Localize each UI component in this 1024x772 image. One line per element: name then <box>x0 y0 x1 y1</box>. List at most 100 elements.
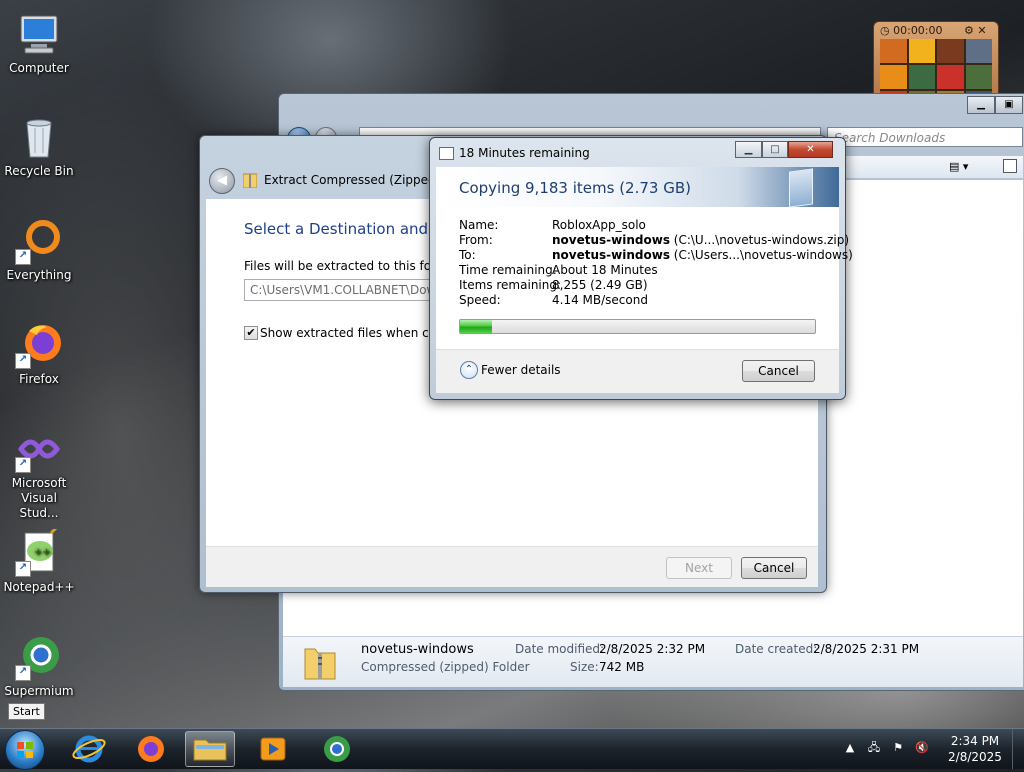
taskbar-firefox[interactable] <box>128 731 174 767</box>
internet-explorer-icon <box>72 735 106 763</box>
desktop-icon-recycle-bin[interactable]: Recycle Bin <box>2 113 76 179</box>
start-button[interactable] <box>5 730 45 770</box>
puzzle-tile[interactable] <box>965 39 992 63</box>
desktop-icon-label: Microsoft Visual Stud... <box>11 476 67 520</box>
volume-muted-icon[interactable]: 🔇 <box>915 741 929 755</box>
destination-label: Files will be extracted to this folder: <box>244 259 459 273</box>
taskbar-supermium[interactable] <box>314 731 360 767</box>
puzzle-tile[interactable] <box>908 39 935 63</box>
show-hidden-icons-icon[interactable]: ▲ <box>843 741 857 755</box>
from-link[interactable]: novetus-windows <box>552 233 670 247</box>
firefox-icon <box>138 736 164 762</box>
show-files-label: Show extracted files when comp <box>260 326 456 340</box>
taskbar: ▲ 🖧 ⚑ 🔇 2:34 PM 2/8/2025 <box>0 728 1024 770</box>
puzzle-tile[interactable] <box>965 65 992 89</box>
name-label: Name: <box>459 218 499 232</box>
wizard-heading: Select a Destination and Ex <box>244 220 452 238</box>
maximize-button[interactable]: □ <box>762 141 788 158</box>
search-input[interactable]: Search Downloads <box>827 127 1023 147</box>
desktop-icon-label: Notepad++ <box>3 580 75 594</box>
maximize-button[interactable]: ▣ <box>995 96 1023 114</box>
recycle-bin-icon <box>15 113 63 161</box>
puzzle-tile[interactable] <box>937 39 964 63</box>
desktop-icon-label: Recycle Bin <box>4 164 74 178</box>
action-center-flag-icon[interactable]: ⚑ <box>891 741 905 755</box>
document-icon <box>789 168 813 208</box>
to-link[interactable]: novetus-windows <box>552 248 670 262</box>
desktop-icon-computer[interactable]: Computer <box>2 10 76 76</box>
zip-folder-icon <box>242 172 258 189</box>
copy-dialog-client: Copying 9,183 items (2.73 GB) Name: Robl… <box>436 167 853 393</box>
taskbar-media-player[interactable] <box>250 731 296 767</box>
copy-progress-bar <box>459 319 816 334</box>
puzzle-tile[interactable] <box>880 65 907 89</box>
shortcut-arrow-icon: ↗ <box>15 249 31 265</box>
details-pane: novetus-windows Compressed (zipped) Fold… <box>283 636 1023 687</box>
desktop-icon-everything[interactable]: ↗ Everything <box>2 217 76 283</box>
svg-text:++: ++ <box>34 547 51 558</box>
everything-icon: ↗ <box>15 217 63 265</box>
clock-date: 2/8/2025 <box>948 750 1002 764</box>
windows-logo-icon <box>17 742 33 758</box>
taskbar-file-explorer[interactable] <box>185 731 235 767</box>
gadget-timer: ◷ 00:00:00 ⚙ ✕ <box>880 24 987 37</box>
minimize-button[interactable]: ▁ <box>735 141 762 158</box>
shortcut-arrow-icon: ↗ <box>15 353 31 369</box>
back-arrow-icon[interactable]: ◀ <box>209 168 235 194</box>
to-label: To: <box>459 248 476 262</box>
from-value: novetus-windows (C:\U...\novetus-windows… <box>552 233 849 248</box>
desktop-icon-notepad-plus-plus[interactable]: ++ ↗ Notepad++ <box>2 523 76 595</box>
show-files-checkbox[interactable]: ✔ <box>244 326 258 340</box>
visual-studio-icon: ↗ <box>15 425 63 473</box>
clock[interactable]: 2:34 PM 2/8/2025 <box>948 733 1002 765</box>
items-remaining-label: Items remaining: <box>459 278 562 292</box>
clock-time: 2:34 PM <box>950 734 1000 748</box>
destination-path-input[interactable]: C:\Users\VM1.COLLABNET\Down <box>244 279 444 301</box>
zip-folder-icon <box>303 643 337 684</box>
puzzle-tile[interactable] <box>937 65 964 89</box>
show-desktop-button[interactable] <box>1012 729 1024 769</box>
desktop-icon-label: Everything <box>6 268 72 282</box>
puzzle-tile[interactable] <box>908 65 935 89</box>
speed-label: Speed: <box>459 293 501 307</box>
supermium-icon <box>324 736 350 762</box>
to-path: (C:\Users...\novetus-windows) <box>669 248 853 262</box>
wizard-cancel-button[interactable]: Cancel <box>741 557 807 579</box>
desktop-icon-firefox[interactable]: ↗ Firefox <box>2 321 76 387</box>
date-modified-value: 2/8/2025 2:32 PM <box>599 642 706 656</box>
shortcut-arrow-icon: ↗ <box>15 665 31 681</box>
gadget-timer-text: 00:00:00 <box>893 24 943 37</box>
network-icon[interactable]: 🖧 <box>867 741 881 755</box>
to-value: novetus-windows (C:\Users...\novetus-win… <box>552 248 853 263</box>
notepad-plus-plus-icon: ++ ↗ <box>15 523 63 577</box>
preview-pane-icon[interactable] <box>1003 159 1017 173</box>
view-options-icon[interactable]: ▤ ▾ <box>949 160 968 173</box>
gadget-options-icon[interactable]: ⚙ ✕ <box>964 24 987 37</box>
wizard-footer: Next Cancel <box>206 546 818 587</box>
copy-banner: Copying 9,183 items (2.73 GB) <box>436 167 839 208</box>
desktop-icon-supermium[interactable]: ↗ Supermium <box>2 633 76 699</box>
taskbar-internet-explorer[interactable] <box>66 731 112 767</box>
desktop-icon-visual-studio[interactable]: ↗ Microsoft Visual Stud... <box>2 425 76 521</box>
date-created-value: 2/8/2025 2:31 PM <box>813 642 920 656</box>
name-value: RobloxApp_solo <box>552 218 646 232</box>
copy-progress-dialog[interactable]: 18 Minutes remaining ▁ □ ✕ Copying 9,183… <box>429 137 853 400</box>
desktop-icon-label: Supermium <box>4 684 74 698</box>
copy-cancel-button[interactable]: Cancel <box>742 360 815 382</box>
desktop-icon-label: Computer <box>9 61 69 75</box>
shortcut-arrow-icon: ↗ <box>15 561 31 577</box>
size-label: Size: <box>570 660 599 674</box>
size-value: 742 MB <box>599 660 645 674</box>
next-button[interactable]: Next <box>666 557 732 579</box>
computer-icon <box>15 10 63 58</box>
chevron-up-icon[interactable]: ⌃ <box>460 361 478 379</box>
start-tooltip: Start <box>8 703 45 720</box>
firefox-icon: ↗ <box>15 321 63 369</box>
minimize-button[interactable]: ▁ <box>967 96 995 114</box>
puzzle-tile[interactable] <box>880 39 907 63</box>
fewer-details-link[interactable]: Fewer details <box>481 363 561 377</box>
items-remaining-value: 8,255 (2.49 GB) <box>552 278 648 292</box>
copy-progress-fill <box>460 320 492 333</box>
time-remaining-label: Time remaining: <box>459 263 557 277</box>
close-button[interactable]: ✕ <box>788 141 833 158</box>
